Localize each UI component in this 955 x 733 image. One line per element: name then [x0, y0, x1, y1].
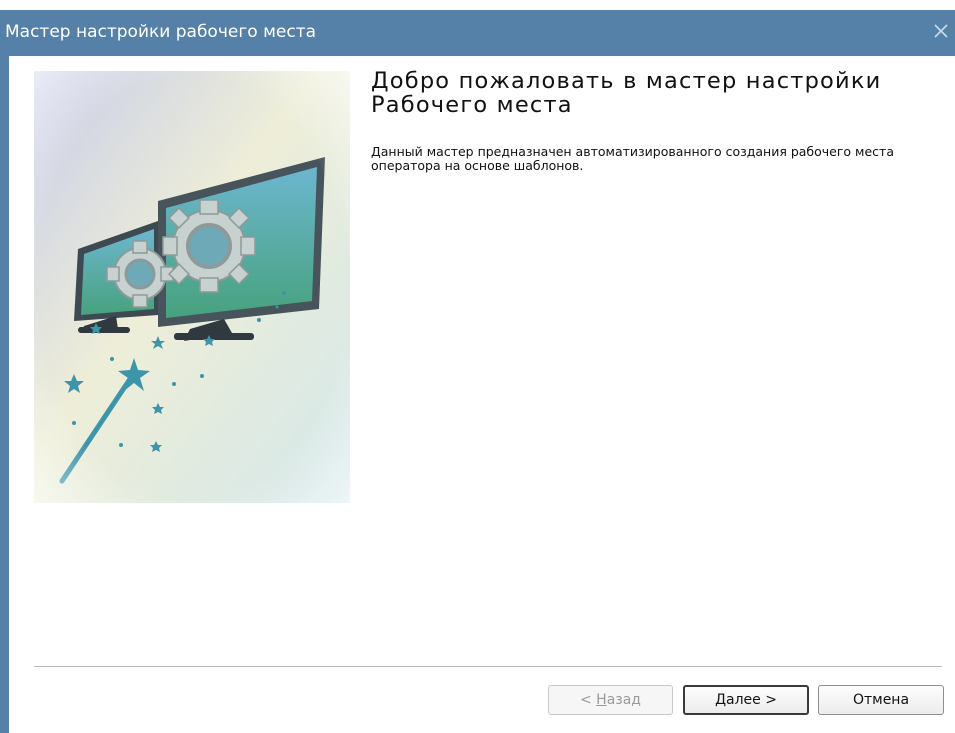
cancel-button[interactable]: Отмена	[818, 685, 944, 715]
back-button[interactable]: < Назад	[548, 685, 673, 715]
back-button-prefix: <	[579, 692, 597, 708]
cancel-button-label: Отмена	[852, 692, 910, 708]
next-button[interactable]: Далее >	[683, 685, 809, 715]
window-title: Мастер настройки рабочего места	[5, 22, 317, 42]
window-titlebar: Мастер настройки рабочего места	[0, 10, 955, 56]
window-frame-left	[0, 56, 9, 733]
wizard-illustration	[34, 71, 350, 503]
button-separator	[34, 666, 942, 667]
back-button-mnemonic: Н	[596, 692, 607, 708]
wizard-description: Данный мастер предназначен автоматизиров…	[371, 144, 894, 173]
close-icon[interactable]	[930, 20, 952, 42]
wizard-heading: Добро пожаловать в мастер настройки Рабо…	[371, 68, 882, 118]
next-button-label: алее >	[726, 692, 777, 708]
back-button-label: азад	[606, 692, 641, 708]
next-button-mnemonic: Д	[715, 692, 726, 708]
